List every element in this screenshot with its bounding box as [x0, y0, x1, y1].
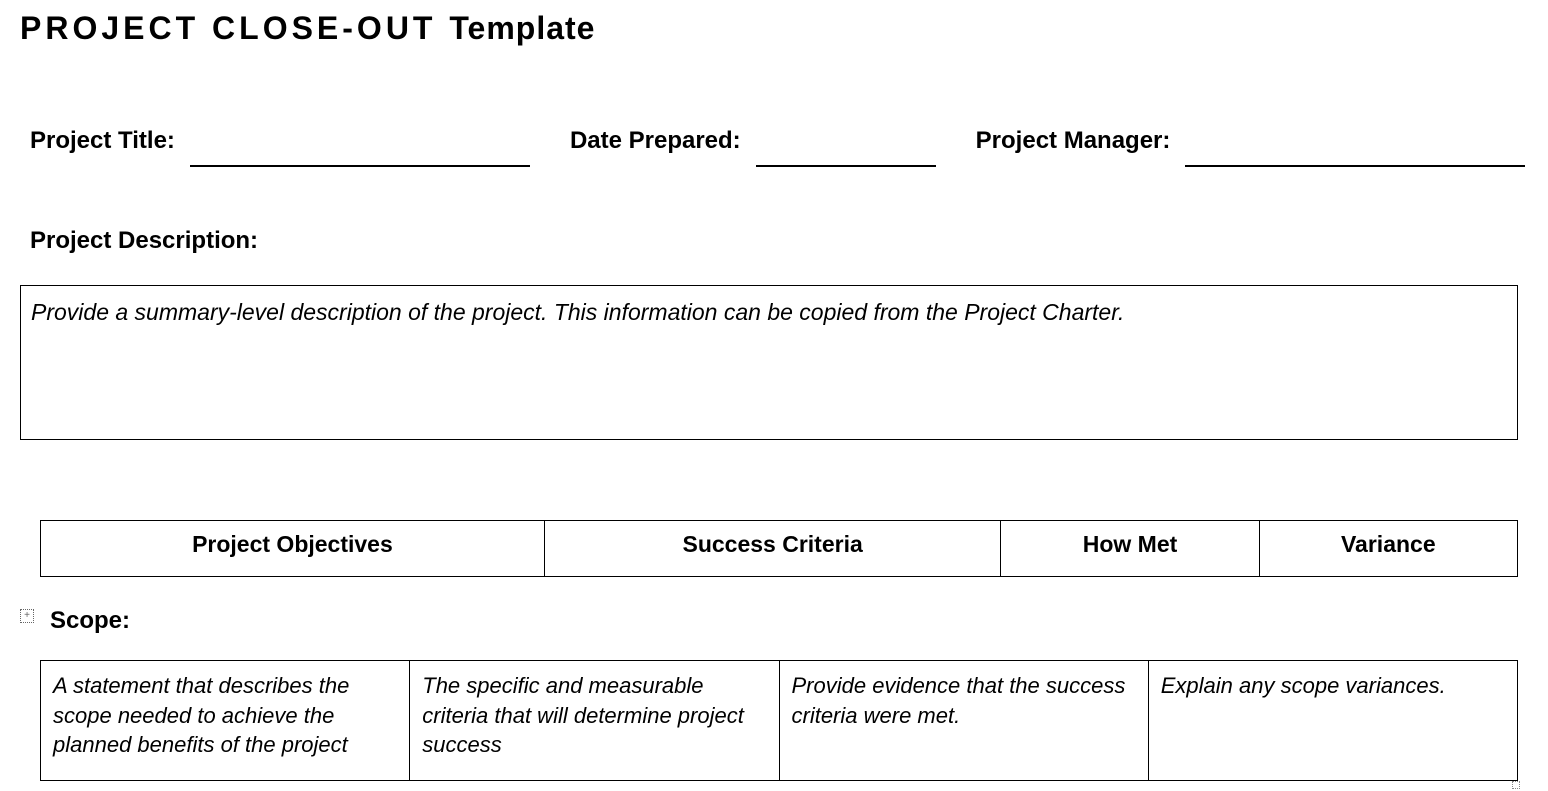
project-title-input-line[interactable] — [190, 139, 530, 167]
table-anchor-icon[interactable]: + — [20, 609, 34, 623]
date-prepared-field: Date Prepared: — [570, 127, 936, 157]
col-how-met: How Met — [1001, 521, 1259, 577]
project-description-box[interactable]: Provide a summary-level description of t… — [20, 285, 1518, 440]
project-title-label: Project Title: — [30, 127, 175, 157]
col-success-criteria: Success Criteria — [544, 521, 1001, 577]
scope-table: A statement that describes the scope nee… — [40, 660, 1518, 781]
header-fields-row: Project Title: Date Prepared: Project Ma… — [20, 127, 1528, 157]
objectives-header-table: Project Objectives Success Criteria How … — [40, 520, 1518, 577]
document-title: PROJECT CLOSE-OUT Template — [20, 10, 1528, 47]
scope-cell-objectives[interactable]: A statement that describes the scope nee… — [41, 661, 410, 781]
table-header-row: Project Objectives Success Criteria How … — [41, 521, 1518, 577]
scope-cell-criteria[interactable]: The specific and measurable criteria tha… — [410, 661, 779, 781]
project-manager-label: Project Manager: — [976, 127, 1171, 157]
scope-cell-how-met[interactable]: Provide evidence that the success criter… — [779, 661, 1148, 781]
scope-cell-variance[interactable]: Explain any scope variances. — [1148, 661, 1517, 781]
scope-section: + Scope: A statement that describes the … — [20, 607, 1528, 781]
title-bold: PROJECT CLOSE-OUT — [20, 10, 436, 46]
date-prepared-label: Date Prepared: — [570, 127, 741, 157]
col-project-objectives: Project Objectives — [41, 521, 545, 577]
project-description-placeholder: Provide a summary-level description of t… — [31, 299, 1124, 325]
project-title-field: Project Title: — [30, 127, 530, 157]
col-variance: Variance — [1259, 521, 1517, 577]
project-manager-field: Project Manager: — [976, 127, 1526, 157]
table-row: A statement that describes the scope nee… — [41, 661, 1518, 781]
project-manager-input-line[interactable] — [1185, 139, 1525, 167]
project-description-label: Project Description: — [20, 227, 1528, 255]
table-resize-handle-icon[interactable] — [1512, 781, 1520, 789]
scope-label: Scope: — [50, 607, 1528, 635]
title-normal: Template — [449, 10, 595, 46]
date-prepared-input-line[interactable] — [756, 139, 936, 167]
